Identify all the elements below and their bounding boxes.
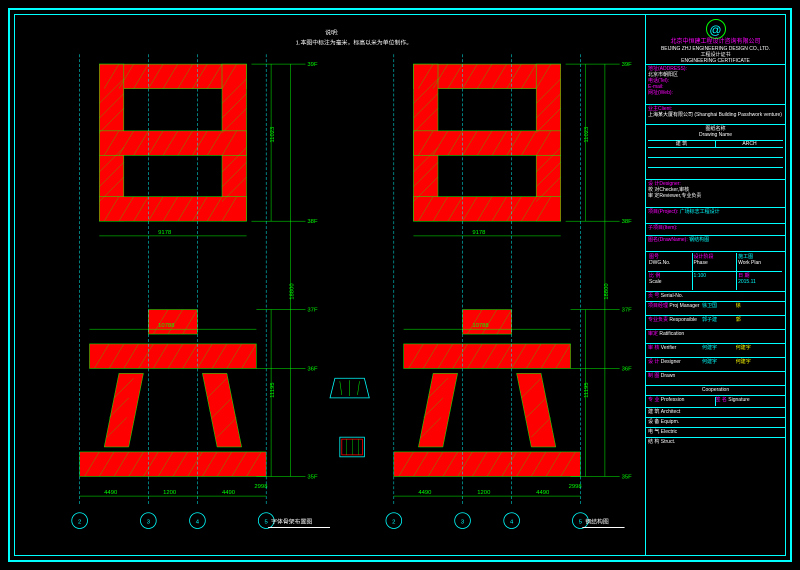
svg-text:2: 2 [78,520,81,526]
svg-text:9178: 9178 [158,230,172,236]
signature-icon: 何建宇 [736,359,783,370]
svg-text:字体骨架布置图: 字体骨架布置图 [271,518,312,526]
signature-icon: 徐 [736,303,783,314]
char-ri-right [413,64,560,221]
svg-text:4490: 4490 [222,490,236,496]
info-grid: 图号 DWG.No. 设计阶段 Phase 施工图 Work Plan 比 例 … [646,252,785,292]
signature-icon: 郭 [736,317,783,328]
svg-text:10788: 10788 [158,323,175,329]
svg-text:4: 4 [196,520,200,526]
svg-text:5: 5 [265,520,269,526]
svg-text:3: 3 [461,520,465,526]
svg-text:37F: 37F [622,308,633,314]
svg-text:1200: 1200 [477,490,491,496]
svg-text:5: 5 [579,520,583,526]
svg-text:38F: 38F [622,219,633,225]
drawing-name-block: 图名(DrawName): 钢结构图 [646,236,785,252]
svg-text:3: 3 [147,520,151,526]
svg-text:2: 2 [392,520,395,526]
svg-text:37F: 37F [307,308,318,314]
svg-text:36F: 36F [622,366,633,372]
svg-text:10788: 10788 [472,323,489,329]
left-elevation: 11023 9178 39F 38F 18800 [72,54,330,528]
svg-text:4490: 4490 [418,490,432,496]
svg-text:18800: 18800 [604,283,610,300]
client-block: 业主Client: 上海某大厦有限公司 (Shanghai Building P… [646,105,785,125]
signature-block: 项目经理 Proj Manager 徐卫国 徐 专业负责 Responsible… [646,302,785,555]
svg-text:4: 4 [510,520,514,526]
svg-text:39F: 39F [307,62,318,68]
svg-text:11023: 11023 [584,126,590,143]
serial-row: 页 号 Serial-No. [646,292,785,302]
item-block: 子项目(Item): [646,224,785,236]
title-block: @ 北京中恒建工程设计咨询有限公司 BEIJING ZHJ ENGINEERIN… [645,15,785,555]
svg-text:39F: 39F [622,62,633,68]
stamp-block: 图纸名称 Drawing Name 建 筑 ARCH [646,125,785,180]
logo-area: @ 北京中恒建工程设计咨询有限公司 BEIJING ZHJ ENGINEERIN… [646,15,785,65]
note-text: 1.本图中标注为毫米，标高以米为单位制作。 [296,38,413,46]
cad-drawing: 说明: 1.本图中标注为毫米，标高以米为单位制作。 [15,15,645,555]
right-elevation: 11023 9178 39F 38F 18800 [386,54,632,528]
svg-text:9178: 9178 [472,230,486,236]
char-li-right [394,310,581,477]
svg-text:38F: 38F [307,219,318,225]
drawing-canvas: 说明: 1.本图中标注为毫米，标高以米为单位制作。 [15,15,645,555]
cert: ENGINEERING CERTIFICATE [650,58,781,64]
svg-text:11023: 11023 [270,126,276,143]
company-cn: 北京中恒建工程设计咨询有限公司 [650,39,781,46]
char-ri-left [99,64,246,221]
svg-text:35F: 35F [307,474,318,480]
note-header: 说明: [325,29,339,37]
address-block: 地址(ADDRESS): 北京市朝阳区 电话(Tel): E-mail: 网址(… [646,65,785,105]
svg-text:1200: 1200 [163,490,177,496]
svg-text:35F: 35F [622,474,633,480]
at-logo-icon: @ [706,19,726,39]
char-li-left [80,310,267,477]
svg-text:11195: 11195 [584,382,590,398]
svg-text:钢结构图: 钢结构图 [585,518,609,526]
center-details [330,378,369,457]
designer-block: 设 计Designer: 校 对Checker,审核 审 定Reviewer,专… [646,180,785,208]
svg-text:36F: 36F [307,366,318,372]
project-block: 项目(Project): 广场标志工程设计 [646,208,785,224]
svg-text:4490: 4490 [104,490,118,496]
svg-text:11195: 11195 [270,382,276,398]
signature-icon: 何建宇 [736,345,783,356]
svg-text:4490: 4490 [536,490,550,496]
svg-text:18800: 18800 [290,283,296,300]
